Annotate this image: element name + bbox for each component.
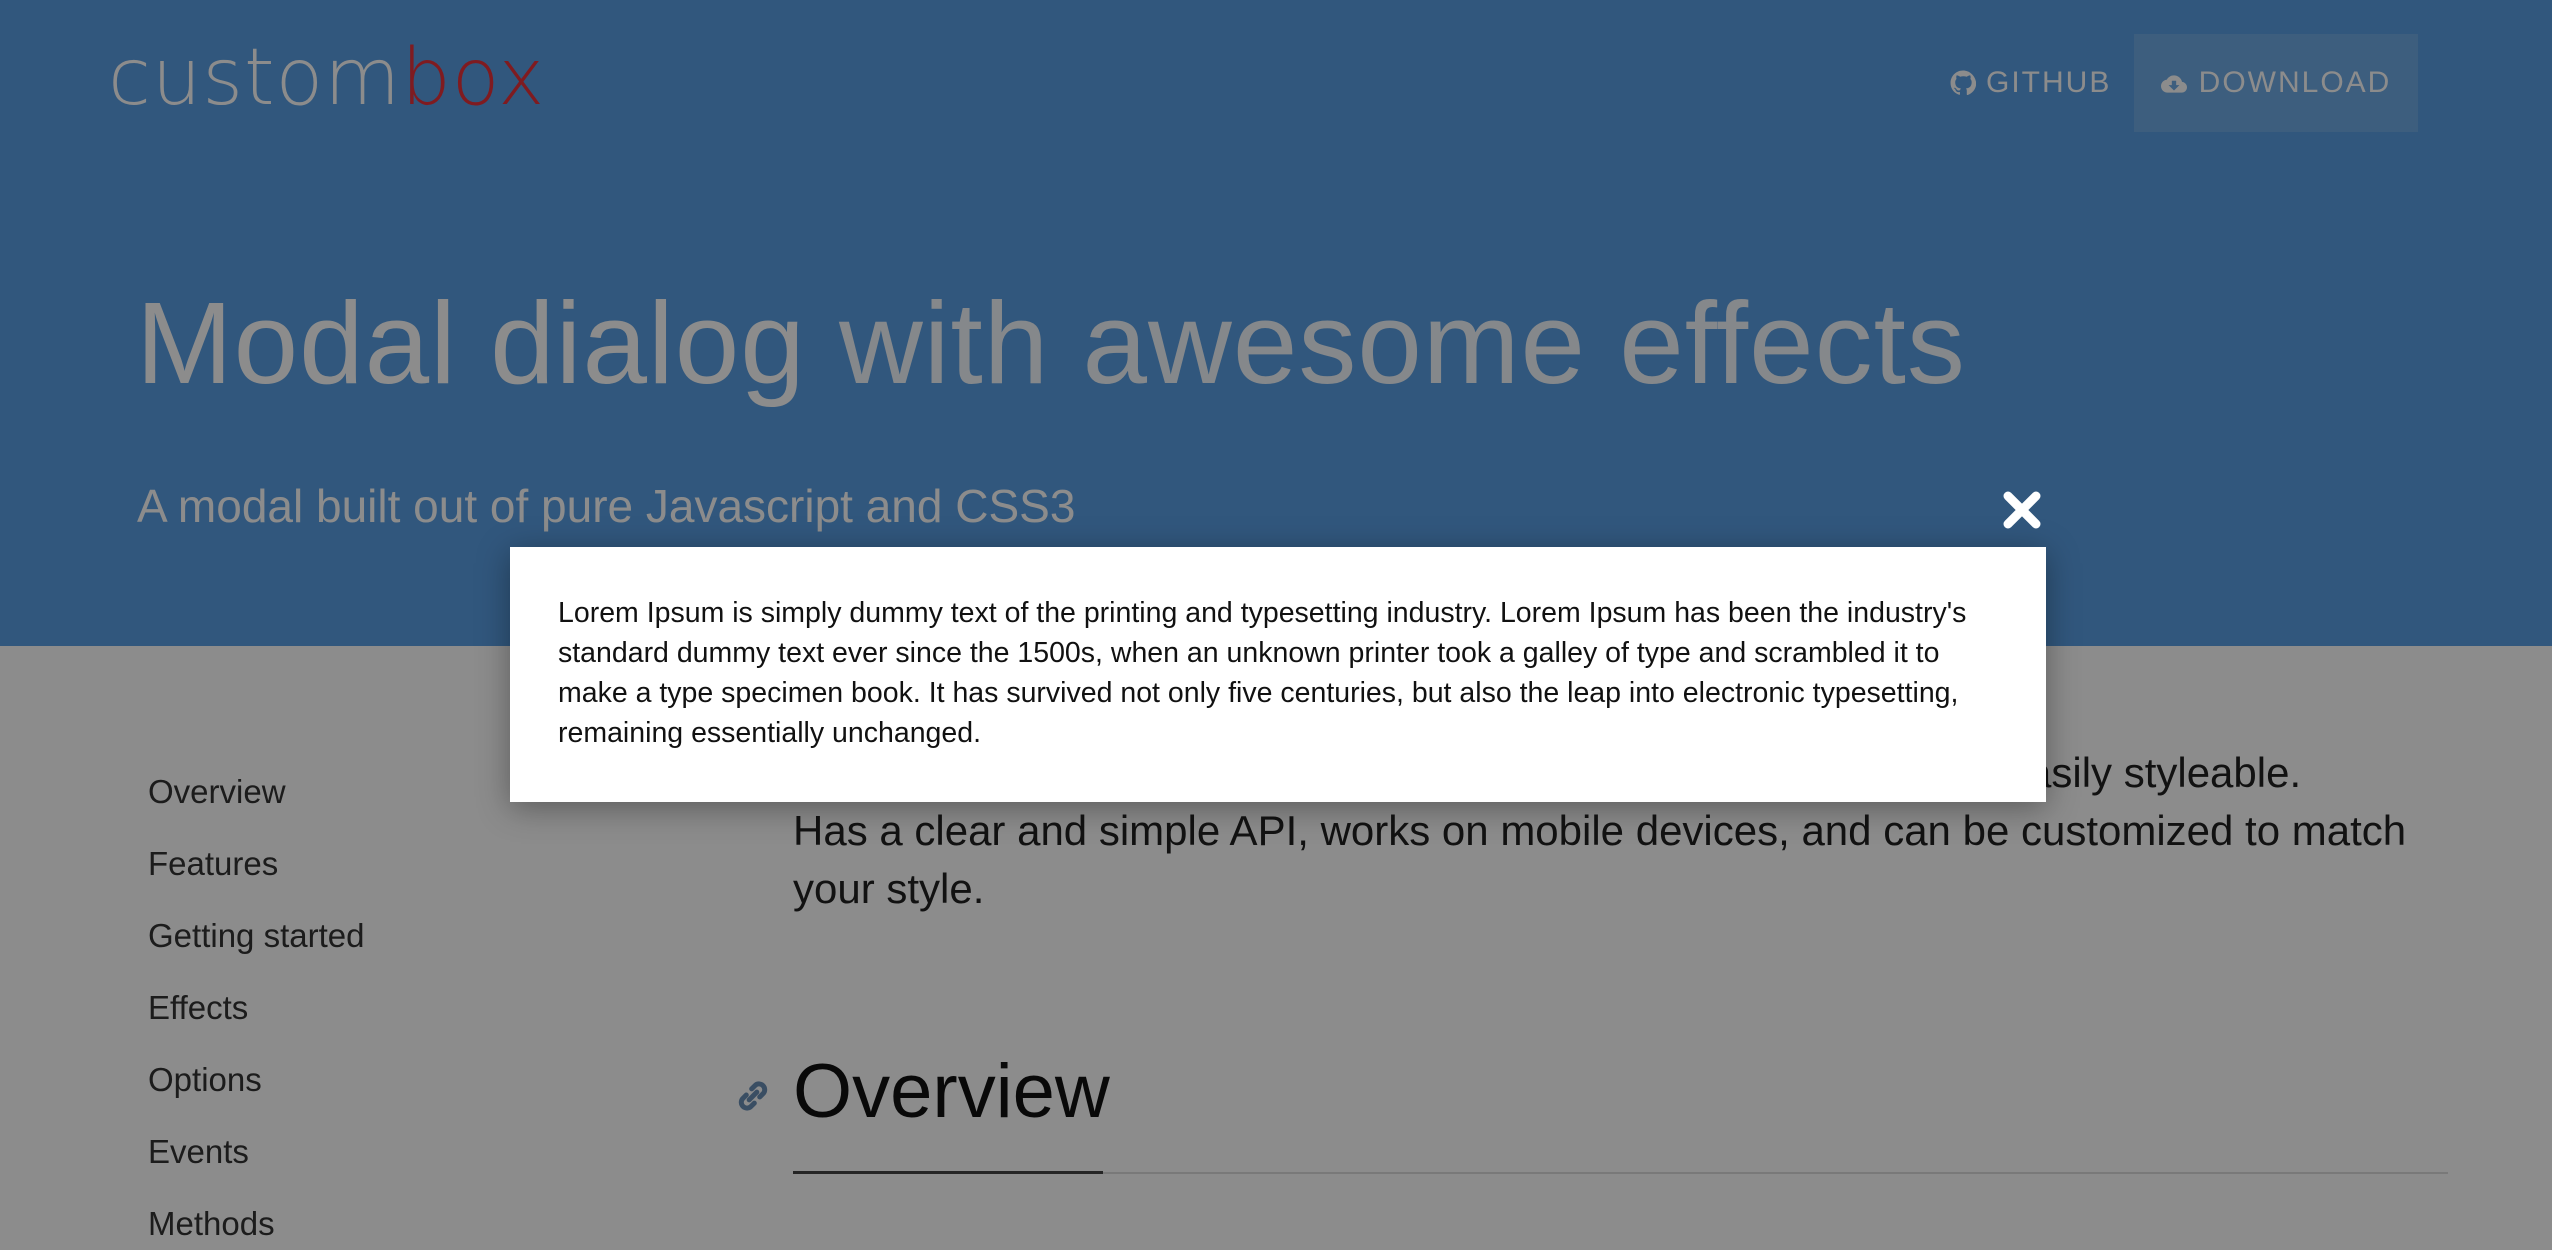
modal-dialog: Lorem Ipsum is simply dummy text of the … (510, 547, 2046, 802)
close-icon[interactable] (1998, 486, 2046, 534)
modal-body-text: Lorem Ipsum is simply dummy text of the … (558, 597, 1967, 749)
